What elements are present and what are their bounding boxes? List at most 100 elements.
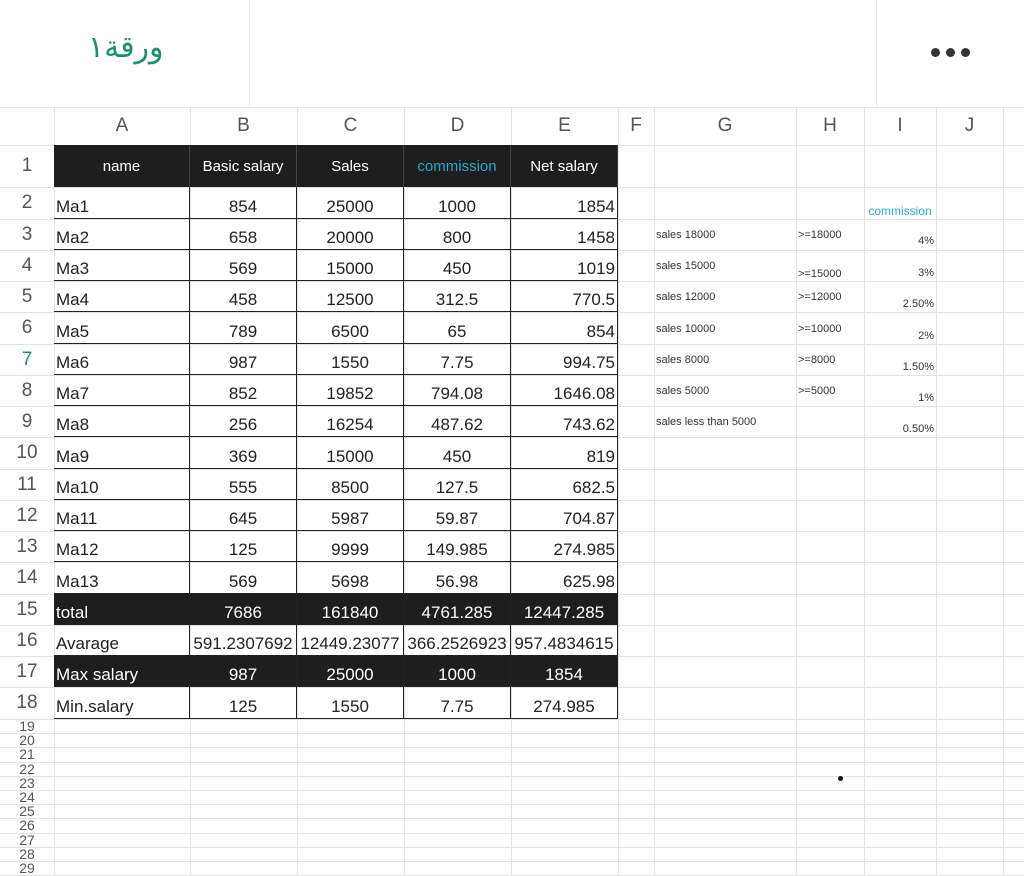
table-cell[interactable]: 450 [404,250,511,281]
rule-rate[interactable]: 1.50% [864,358,936,374]
table-cell[interactable]: Ma5 [54,312,190,344]
table-cell[interactable]: 5698 [297,562,404,594]
table-cell[interactable]: 125 [190,531,297,562]
summary-cell[interactable]: 957.4834615 [511,625,618,656]
table-header-cell[interactable]: Basic salary [190,145,297,187]
table-cell[interactable]: 1646.08 [511,375,618,406]
column-header[interactable]: F [618,108,654,144]
table-cell[interactable]: 15000 [297,250,404,281]
row-header[interactable]: 23 [0,776,54,790]
table-cell[interactable]: Ma7 [54,375,190,406]
summary-cell[interactable]: 12449.23077 [297,625,404,656]
table-cell[interactable]: 149.985 [404,531,511,562]
table-cell[interactable]: 7.75 [404,344,511,375]
table-cell[interactable]: 312.5 [404,281,511,312]
table-cell[interactable]: 770.5 [511,281,618,312]
table-cell[interactable]: 1019 [511,250,618,281]
table-cell[interactable]: 25000 [297,187,404,219]
rule-rate[interactable]: 3% [864,264,936,280]
rule-rate[interactable]: 0.50% [864,420,936,436]
table-cell[interactable]: Ma2 [54,219,190,250]
table-cell[interactable]: 569 [190,562,297,594]
row-header[interactable]: 29 [0,861,54,875]
table-cell[interactable]: 645 [190,500,297,531]
table-cell[interactable]: 127.5 [404,469,511,500]
rule-rate[interactable]: 2% [864,327,936,343]
row-header[interactable]: 6 [0,312,54,344]
summary-cell[interactable]: 366.2526923 [404,625,511,656]
summary-cell[interactable]: 274.985 [511,687,618,719]
row-header[interactable]: 1 [0,145,54,187]
summary-cell[interactable]: 987 [190,656,297,687]
row-header[interactable]: 2 [0,187,54,219]
row-header[interactable]: 19 [0,719,54,733]
summary-cell[interactable]: Min.salary [54,687,190,719]
row-header[interactable]: 8 [0,375,54,406]
row-header[interactable]: 5 [0,281,54,312]
table-cell[interactable]: Ma12 [54,531,190,562]
table-cell[interactable]: 369 [190,437,297,469]
table-cell[interactable]: 9999 [297,531,404,562]
table-cell[interactable]: 12500 [297,281,404,312]
table-cell[interactable]: 854 [190,187,297,219]
summary-cell[interactable]: 125 [190,687,297,719]
rule-condition[interactable]: >=18000 [796,226,864,242]
table-cell[interactable]: 789 [190,312,297,344]
table-cell[interactable]: 59.87 [404,500,511,531]
column-header[interactable]: G [654,108,796,144]
table-cell[interactable]: 569 [190,250,297,281]
row-header[interactable]: 15 [0,594,54,625]
row-header[interactable]: 25 [0,804,54,818]
summary-cell[interactable]: 161840 [297,594,404,625]
table-cell[interactable]: 6500 [297,312,404,344]
table-cell[interactable]: 256 [190,406,297,437]
table-cell[interactable]: Ma10 [54,469,190,500]
table-cell[interactable]: 1458 [511,219,618,250]
table-cell[interactable]: 794.08 [404,375,511,406]
table-header-cell[interactable]: name [54,145,190,187]
summary-cell[interactable]: 7.75 [404,687,511,719]
rule-label[interactable]: sales 15000 [654,257,796,273]
column-header[interactable]: B [190,108,297,144]
table-cell[interactable]: 682.5 [511,469,618,500]
table-cell[interactable]: 1854 [511,187,618,219]
table-cell[interactable]: 625.98 [511,562,618,594]
table-cell[interactable]: 458 [190,281,297,312]
row-header[interactable]: 7 [0,344,54,375]
row-header[interactable]: 18 [0,687,54,719]
table-cell[interactable]: 852 [190,375,297,406]
summary-cell[interactable]: 12447.285 [511,594,618,625]
commission-rules-header[interactable]: commission [864,200,936,219]
summary-cell[interactable]: Avarage [54,625,190,656]
summary-cell[interactable]: 1854 [511,656,618,687]
summary-cell[interactable]: 25000 [297,656,404,687]
row-header[interactable]: 4 [0,250,54,281]
table-cell[interactable]: 658 [190,219,297,250]
table-cell[interactable]: 800 [404,219,511,250]
table-cell[interactable]: 450 [404,437,511,469]
column-header[interactable]: C [297,108,404,144]
rule-label[interactable]: sales less than 5000 [654,413,796,429]
table-cell[interactable]: 555 [190,469,297,500]
column-header[interactable]: D [404,108,511,144]
rule-label[interactable]: sales 8000 [654,351,796,367]
table-cell[interactable]: Ma3 [54,250,190,281]
table-cell[interactable]: 819 [511,437,618,469]
table-cell[interactable]: 16254 [297,406,404,437]
summary-cell[interactable]: Max salary [54,656,190,687]
table-cell[interactable]: 65 [404,312,511,344]
row-header[interactable]: 28 [0,847,54,861]
row-header[interactable]: 11 [0,469,54,500]
row-header[interactable]: 16 [0,625,54,656]
table-cell[interactable]: 19852 [297,375,404,406]
row-header[interactable]: 26 [0,818,54,832]
table-cell[interactable]: 5987 [297,500,404,531]
summary-cell[interactable]: total [54,594,190,625]
spreadsheet-grid[interactable]: A B C D E F G H I J 1 2 3 4 5 6 7 8 9 10 11 12 13 14 15 16 17 18 19 2… [0,0,1024,876]
summary-cell[interactable]: 7686 [190,594,297,625]
row-header[interactable]: 22 [0,762,54,776]
column-header[interactable]: H [796,108,864,144]
rule-label[interactable]: sales 18000 [654,226,796,242]
table-cell[interactable]: Ma9 [54,437,190,469]
row-header[interactable]: 21 [0,747,54,761]
